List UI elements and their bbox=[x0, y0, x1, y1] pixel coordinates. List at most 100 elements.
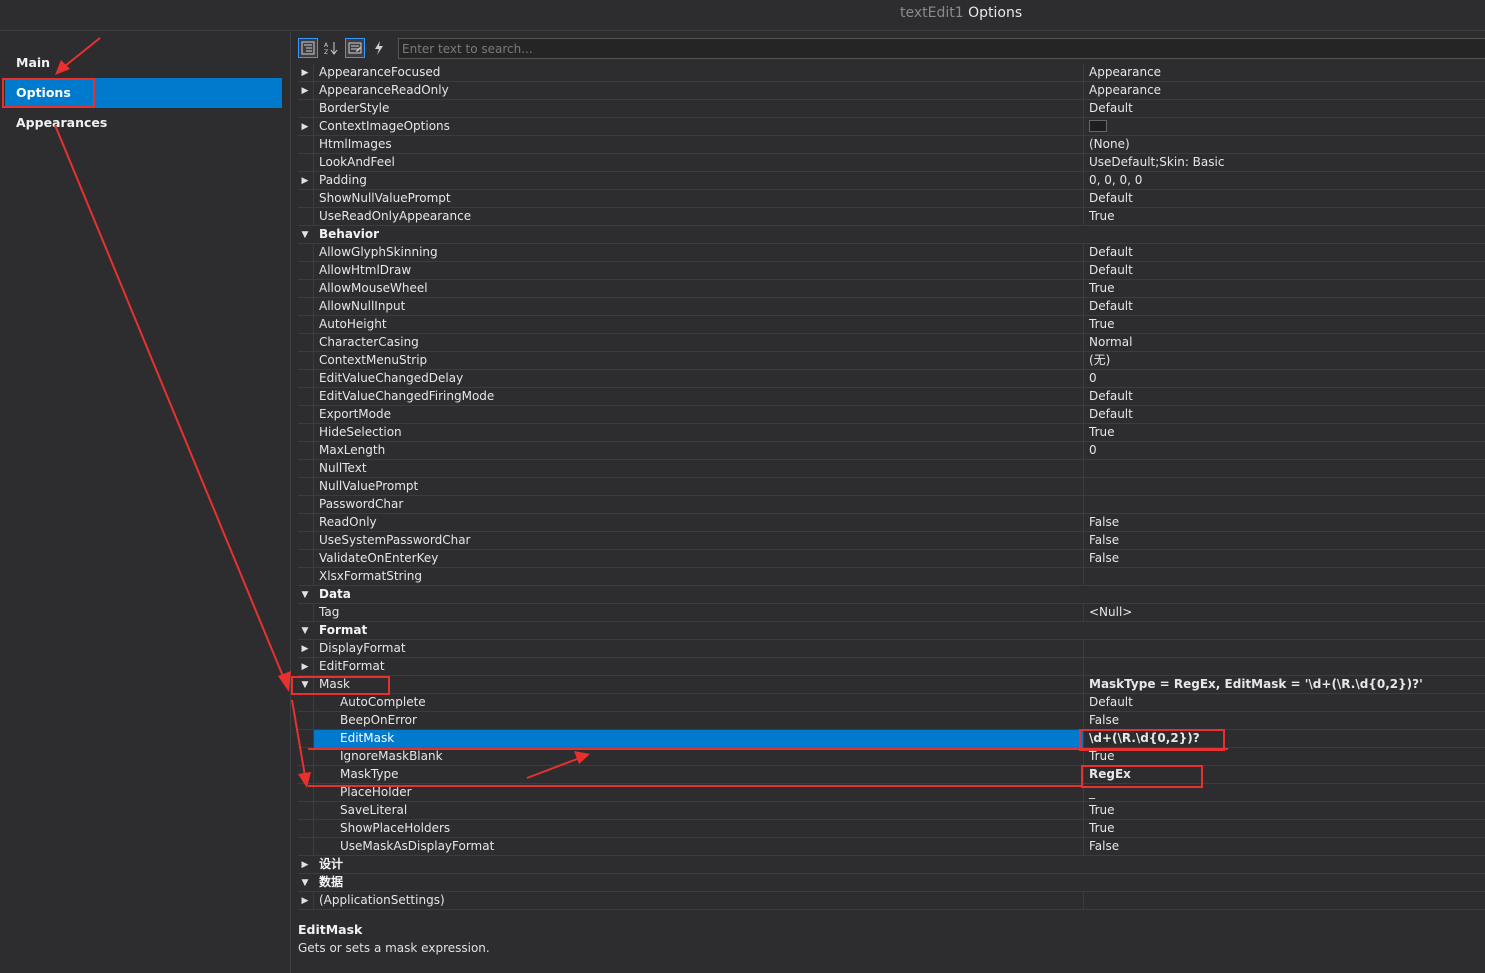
property-row[interactable]: ▶ ContextImageOptions bbox=[298, 118, 1485, 136]
property-value[interactable] bbox=[1085, 496, 1485, 514]
alphabetical-button[interactable]: AZ bbox=[321, 38, 341, 58]
property-row[interactable]: ShowNullValuePrompt Default bbox=[298, 190, 1485, 208]
sidebar-item-main[interactable]: Main bbox=[5, 48, 282, 78]
collapse-icon[interactable]: ▼ bbox=[298, 586, 312, 604]
property-value[interactable]: 0, 0, 0, 0 bbox=[1085, 172, 1485, 190]
property-row[interactable]: ▼ Mask MaskType = RegEx, EditMask = '\d+(\… bbox=[298, 676, 1485, 694]
property-row[interactable]: ShowPlaceHolders True bbox=[298, 820, 1485, 838]
property-row[interactable]: LookAndFeel UseDefault;Skin: Basic bbox=[298, 154, 1485, 172]
categorized-button[interactable] bbox=[298, 38, 318, 58]
property-row[interactable]: ▶ (ApplicationSettings) bbox=[298, 892, 1485, 910]
property-row[interactable]: UseReadOnlyAppearance True bbox=[298, 208, 1485, 226]
property-row[interactable]: XlsxFormatString bbox=[298, 568, 1485, 586]
property-value[interactable]: Default bbox=[1085, 262, 1485, 280]
property-row[interactable]: HideSelection True bbox=[298, 424, 1485, 442]
property-row[interactable]: SaveLiteral True bbox=[298, 802, 1485, 820]
property-value[interactable] bbox=[1085, 568, 1485, 586]
property-row[interactable]: IgnoreMaskBlank True bbox=[298, 748, 1485, 766]
property-row[interactable]: ▶ Padding 0, 0, 0, 0 bbox=[298, 172, 1485, 190]
property-value[interactable]: 0 bbox=[1085, 442, 1485, 460]
property-value[interactable] bbox=[1085, 658, 1485, 676]
property-row[interactable]: UseSystemPasswordChar False bbox=[298, 532, 1485, 550]
property-value[interactable]: True bbox=[1085, 820, 1485, 838]
property-value[interactable]: Default bbox=[1085, 388, 1485, 406]
property-value[interactable]: \d+(\R.\d{0,2})? bbox=[1085, 730, 1485, 748]
property-value[interactable]: Default bbox=[1085, 298, 1485, 316]
property-row[interactable]: ReadOnly False bbox=[298, 514, 1485, 532]
property-row[interactable]: ExportMode Default bbox=[298, 406, 1485, 424]
properties-button[interactable] bbox=[345, 38, 365, 58]
expand-icon[interactable]: ▶ bbox=[298, 172, 312, 190]
property-value[interactable]: Default bbox=[1085, 244, 1485, 262]
property-value[interactable]: False bbox=[1085, 514, 1485, 532]
property-row[interactable]: MaskType RegEx bbox=[298, 766, 1485, 784]
category-row[interactable]: ▼ Behavior bbox=[298, 226, 1485, 244]
category-row[interactable]: ▼ Format bbox=[298, 622, 1485, 640]
property-value[interactable]: Default bbox=[1085, 190, 1485, 208]
property-row[interactable]: AllowNullInput Default bbox=[298, 298, 1485, 316]
property-row[interactable]: EditValueChangedFiringMode Default bbox=[298, 388, 1485, 406]
property-value[interactable]: True bbox=[1085, 424, 1485, 442]
property-row[interactable]: AutoHeight True bbox=[298, 316, 1485, 334]
property-row[interactable]: BeepOnError False bbox=[298, 712, 1485, 730]
property-value[interactable]: UseDefault;Skin: Basic bbox=[1085, 154, 1485, 172]
property-value[interactable]: Default bbox=[1085, 406, 1485, 424]
property-row[interactable]: NullValuePrompt bbox=[298, 478, 1485, 496]
property-value[interactable]: False bbox=[1085, 712, 1485, 730]
sidebar-item-options[interactable]: Options bbox=[5, 78, 282, 108]
property-value[interactable] bbox=[1085, 460, 1485, 478]
property-row[interactable]: NullText bbox=[298, 460, 1485, 478]
property-row[interactable]: EditValueChangedDelay 0 bbox=[298, 370, 1485, 388]
property-value[interactable] bbox=[1085, 640, 1485, 658]
search-input[interactable] bbox=[398, 38, 1485, 59]
property-row[interactable]: AllowHtmlDraw Default bbox=[298, 262, 1485, 280]
expand-icon[interactable]: ▶ bbox=[298, 892, 312, 910]
property-value[interactable]: False bbox=[1085, 550, 1485, 568]
property-row[interactable]: HtmlImages (None) bbox=[298, 136, 1485, 154]
property-value[interactable]: Appearance bbox=[1085, 82, 1485, 100]
category-row[interactable]: ▼ Data bbox=[298, 586, 1485, 604]
property-row[interactable]: PasswordChar bbox=[298, 496, 1485, 514]
property-value[interactable]: Normal bbox=[1085, 334, 1485, 352]
property-row[interactable]: ▶ AppearanceReadOnly Appearance bbox=[298, 82, 1485, 100]
property-value[interactable]: True bbox=[1085, 802, 1485, 820]
property-row[interactable]: ContextMenuStrip (无) bbox=[298, 352, 1485, 370]
property-row[interactable]: AllowGlyphSkinning Default bbox=[298, 244, 1485, 262]
expand-icon[interactable]: ▶ bbox=[298, 856, 312, 874]
property-row[interactable]: ValidateOnEnterKey False bbox=[298, 550, 1485, 568]
expand-icon[interactable]: ▶ bbox=[298, 658, 312, 676]
property-value[interactable]: Default bbox=[1085, 694, 1485, 712]
property-row[interactable]: EditMask \d+(\R.\d{0,2})? bbox=[298, 730, 1485, 748]
collapse-icon[interactable]: ▼ bbox=[298, 226, 312, 244]
property-row[interactable]: Tag <Null> bbox=[298, 604, 1485, 622]
property-value[interactable]: True bbox=[1085, 208, 1485, 226]
property-value[interactable]: (无) bbox=[1085, 352, 1485, 370]
property-value[interactable] bbox=[1085, 478, 1485, 496]
events-button[interactable] bbox=[369, 38, 389, 58]
property-value[interactable]: MaskType = RegEx, EditMask = '\d+(\R.\d{… bbox=[1085, 676, 1485, 694]
property-value[interactable]: Appearance bbox=[1085, 64, 1485, 82]
property-value[interactable]: (None) bbox=[1085, 136, 1485, 154]
property-value[interactable]: RegEx bbox=[1085, 766, 1485, 784]
property-row[interactable]: BorderStyle Default bbox=[298, 100, 1485, 118]
property-value[interactable]: <Null> bbox=[1085, 604, 1485, 622]
property-value[interactable] bbox=[1085, 892, 1485, 910]
property-value[interactable]: Default bbox=[1085, 100, 1485, 118]
sidebar-item-appearances[interactable]: Appearances bbox=[5, 108, 282, 138]
property-value[interactable] bbox=[1085, 118, 1485, 136]
category-row[interactable]: ▶ 设计 bbox=[298, 856, 1485, 874]
property-value[interactable]: False bbox=[1085, 532, 1485, 550]
collapse-icon[interactable]: ▼ bbox=[298, 874, 312, 892]
expand-icon[interactable]: ▶ bbox=[298, 82, 312, 100]
collapse-icon[interactable]: ▼ bbox=[298, 622, 312, 640]
expand-icon[interactable]: ▶ bbox=[298, 64, 312, 82]
property-row[interactable]: ▶ DisplayFormat bbox=[298, 640, 1485, 658]
property-row[interactable]: MaxLength 0 bbox=[298, 442, 1485, 460]
property-value[interactable]: _ bbox=[1085, 784, 1485, 802]
expand-icon[interactable]: ▶ bbox=[298, 640, 312, 658]
property-value[interactable]: True bbox=[1085, 316, 1485, 334]
property-value[interactable]: True bbox=[1085, 280, 1485, 298]
property-row[interactable]: PlaceHolder _ bbox=[298, 784, 1485, 802]
property-row[interactable]: UseMaskAsDisplayFormat False bbox=[298, 838, 1485, 856]
property-row[interactable]: ▶ EditFormat bbox=[298, 658, 1485, 676]
